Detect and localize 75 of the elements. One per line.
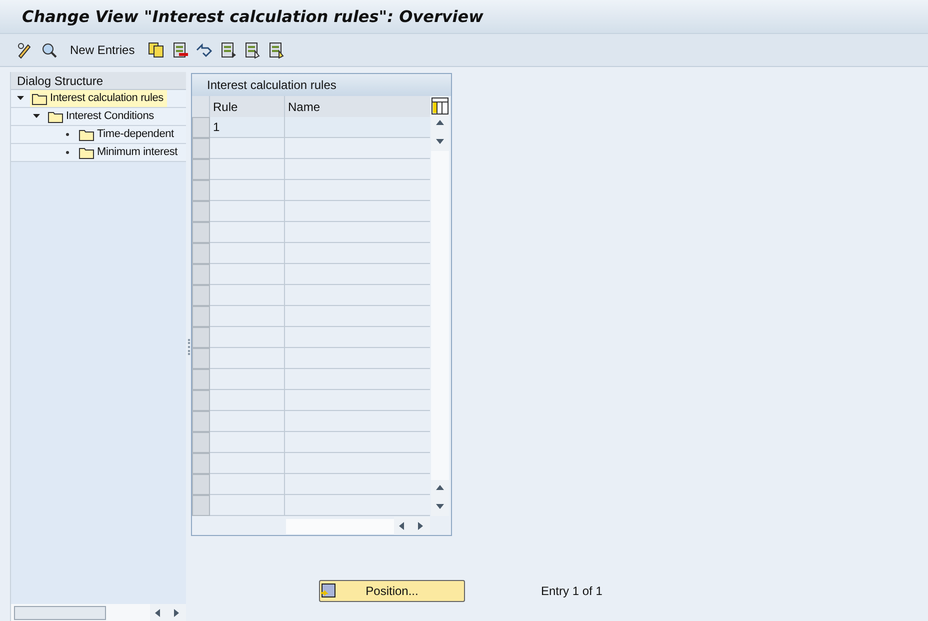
- table-cell[interactable]: [210, 348, 285, 369]
- folder-icon: [79, 128, 94, 140]
- panel-header: Dialog Structure: [11, 72, 186, 90]
- row-selector[interactable]: [192, 369, 210, 390]
- tree-item[interactable]: Interest calculation rules: [30, 90, 168, 107]
- table-cell[interactable]: [210, 201, 285, 222]
- table-title: Interest calculation rules: [192, 74, 451, 96]
- scroll-left-button[interactable]: [150, 604, 168, 621]
- scrollbar-thumb[interactable]: [14, 606, 106, 620]
- select-all-icon[interactable]: [218, 41, 237, 59]
- entry-info: Entry 1 of 1: [541, 583, 602, 600]
- row-selector[interactable]: [192, 243, 210, 264]
- table-cell[interactable]: [210, 495, 285, 516]
- tree-item[interactable]: Time-dependent: [77, 126, 178, 143]
- window-title: Change View "Interest calculation rules": Overview: [22, 6, 484, 28]
- row-selector[interactable]: [192, 390, 210, 411]
- scroll-down-button[interactable]: [431, 133, 449, 151]
- row-selector[interactable]: [192, 159, 210, 180]
- horizontal-scrollbar[interactable]: [286, 518, 394, 534]
- folder-icon: [79, 146, 94, 158]
- row-selector[interactable]: [192, 474, 210, 495]
- table-cell[interactable]: [285, 117, 430, 138]
- table-cell[interactable]: [210, 180, 285, 201]
- table-cell[interactable]: [210, 390, 285, 411]
- row-selector[interactable]: [192, 264, 210, 285]
- new-entries-button[interactable]: New Entries: [64, 39, 141, 61]
- row-selector[interactable]: [192, 180, 210, 201]
- row-selector[interactable]: [192, 306, 210, 327]
- row-selector[interactable]: [192, 117, 210, 138]
- row-selector[interactable]: [192, 348, 210, 369]
- folder-icon: [48, 110, 63, 122]
- table-cell[interactable]: [210, 264, 285, 285]
- table-cell[interactable]: [210, 369, 285, 390]
- table-cell[interactable]: [210, 159, 285, 180]
- scroll-right-button[interactable]: [412, 517, 430, 535]
- copy-icon[interactable]: [146, 41, 165, 59]
- row-selector[interactable]: [192, 411, 210, 432]
- table-cell[interactable]: [210, 474, 285, 495]
- table-cell[interactable]: [210, 411, 285, 432]
- open-folder-icon: [32, 92, 47, 104]
- position-button[interactable]: Position...: [319, 580, 465, 602]
- scroll-up-button[interactable]: [431, 480, 449, 498]
- row-selector[interactable]: [192, 201, 210, 222]
- select-block-icon[interactable]: [242, 41, 261, 59]
- table-cell[interactable]: 1: [210, 117, 285, 138]
- bullet-icon: [66, 133, 69, 136]
- display-icon[interactable]: [40, 41, 58, 59]
- deselect-all-icon[interactable]: [266, 41, 285, 59]
- position-icon: [321, 583, 336, 598]
- table-cell[interactable]: [210, 453, 285, 474]
- column-settings-icon[interactable]: [431, 97, 449, 115]
- table-cell[interactable]: [210, 138, 285, 159]
- table-cell[interactable]: [210, 432, 285, 453]
- row-selector[interactable]: [192, 222, 210, 243]
- table-cell[interactable]: [210, 243, 285, 264]
- row-selector[interactable]: [192, 327, 210, 348]
- row-selector[interactable]: [192, 285, 210, 306]
- scroll-down-button[interactable]: [431, 498, 449, 516]
- column-header[interactable]: Name: [285, 96, 430, 117]
- tree-item[interactable]: Interest Conditions: [46, 108, 158, 125]
- scroll-left-button[interactable]: [394, 517, 412, 535]
- scroll-right-button[interactable]: [168, 604, 186, 621]
- scroll-up-button[interactable]: [431, 115, 449, 133]
- row-selector[interactable]: [192, 453, 210, 474]
- row-selector[interactable]: [192, 138, 210, 159]
- delete-icon[interactable]: [170, 41, 189, 59]
- table-cell[interactable]: [210, 327, 285, 348]
- undo-icon[interactable]: [194, 41, 213, 59]
- tree-item[interactable]: Minimum interest: [77, 144, 182, 161]
- table-cell[interactable]: [210, 222, 285, 243]
- bullet-icon: [66, 151, 69, 154]
- row-selector[interactable]: [192, 432, 210, 453]
- table-cell[interactable]: [210, 306, 285, 327]
- row-selector[interactable]: [192, 495, 210, 516]
- table-cell[interactable]: [210, 285, 285, 306]
